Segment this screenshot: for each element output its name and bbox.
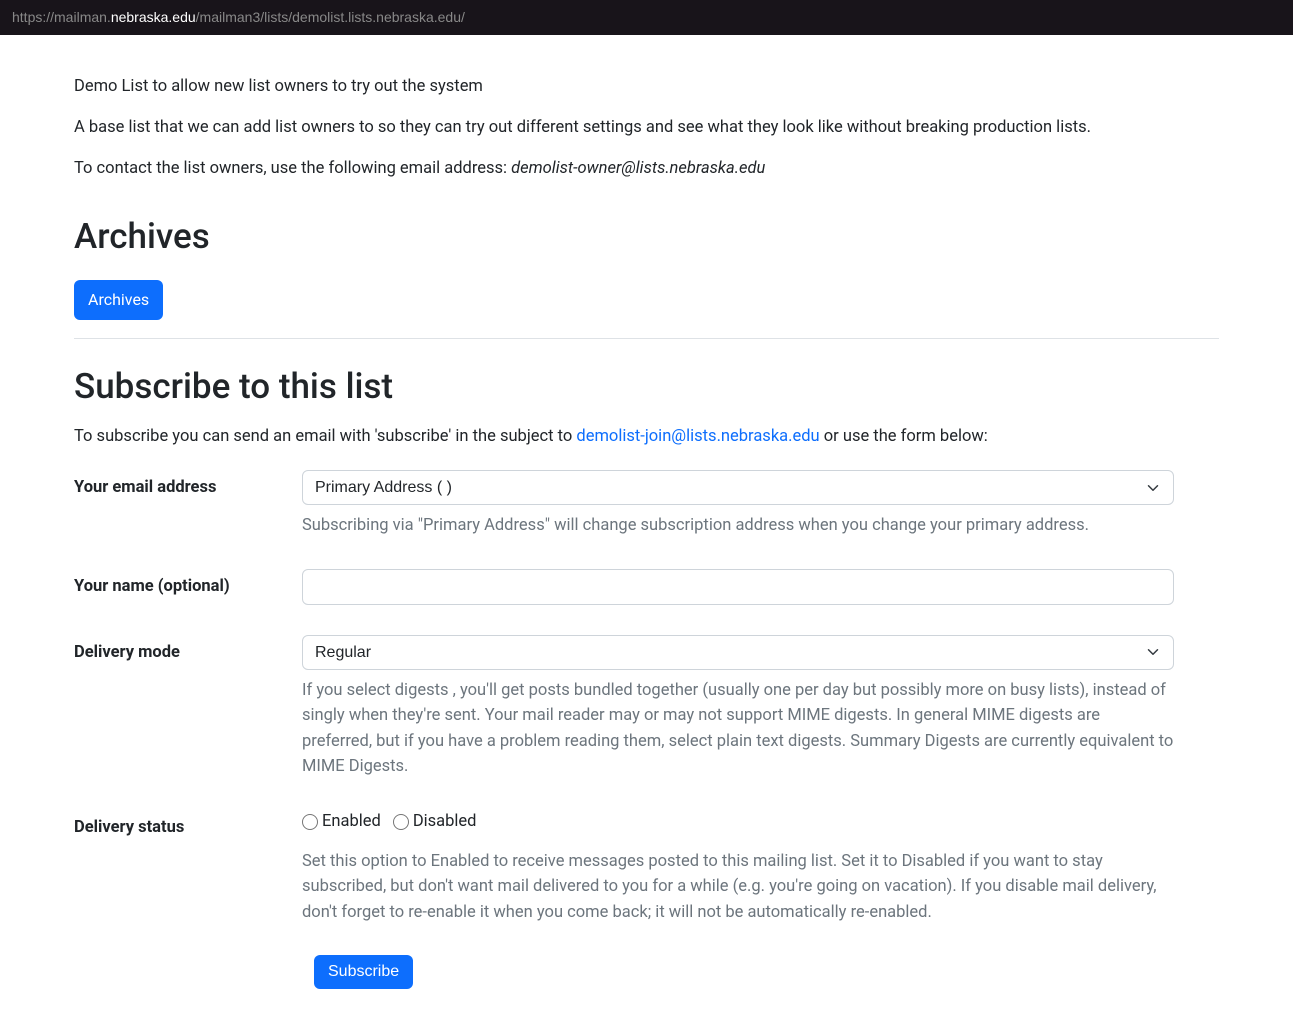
- subscribe-heading: Subscribe to this list: [74, 361, 1219, 414]
- contact-prefix: To contact the list owners, use the foll…: [74, 159, 511, 178]
- delivery-status-label: Delivery status: [74, 810, 302, 841]
- delivery-mode-select[interactable]: Regular: [302, 635, 1174, 670]
- section-divider: [74, 338, 1219, 339]
- delivery-status-help: Set this option to Enabled to receive me…: [302, 849, 1174, 926]
- submit-row: Subscribe: [74, 955, 1219, 989]
- name-input-col: [302, 569, 1174, 605]
- delivery-status-radio-group: Enabled Disabled: [302, 810, 1174, 835]
- subscribe-intro-suffix: or use the form below:: [820, 427, 988, 446]
- email-address-label: Your email address: [74, 470, 302, 501]
- contact-email: demolist-owner@lists.nebraska.edu: [511, 159, 765, 178]
- email-address-input-col: Primary Address ( ) Subscribing via "Pri…: [302, 470, 1174, 539]
- email-address-row: Your email address Primary Address ( ) S…: [74, 470, 1219, 539]
- archives-heading: Archives: [74, 211, 1219, 264]
- delivery-status-enabled-radio[interactable]: [302, 814, 318, 830]
- url-suffix: /mailman3/lists/demolist.lists.nebraska.…: [196, 9, 465, 25]
- delivery-status-enabled-label[interactable]: Enabled: [322, 810, 381, 835]
- name-row: Your name (optional): [74, 569, 1219, 605]
- archives-button[interactable]: Archives: [74, 280, 163, 320]
- subscribe-join-email-link[interactable]: demolist-join@lists.nebraska.edu: [576, 427, 819, 446]
- delivery-status-disabled-radio[interactable]: [393, 814, 409, 830]
- delivery-mode-help: If you select digests , you'll get posts…: [302, 678, 1174, 780]
- contact-info: To contact the list owners, use the foll…: [74, 157, 1219, 182]
- delivery-status-disabled-item: Disabled: [393, 810, 477, 835]
- email-address-help: Subscribing via "Primary Address" will c…: [302, 513, 1174, 539]
- delivery-status-enabled-item: Enabled: [302, 810, 381, 835]
- delivery-status-input-col: Enabled Disabled Set this option to Enab…: [302, 810, 1174, 925]
- subscribe-button[interactable]: Subscribe: [314, 955, 413, 989]
- subscribe-intro: To subscribe you can send an email with …: [74, 425, 1219, 450]
- url-highlight: nebraska.edu: [111, 9, 196, 25]
- submit-col: Subscribe: [314, 955, 1186, 989]
- url-prefix: https://mailman.: [12, 9, 111, 25]
- subscribe-intro-prefix: To subscribe you can send an email with …: [74, 427, 576, 446]
- list-description: A base list that we can add list owners …: [74, 116, 1219, 141]
- delivery-mode-label: Delivery mode: [74, 635, 302, 666]
- delivery-mode-row: Delivery mode Regular If you select dige…: [74, 635, 1219, 780]
- delivery-status-row: Delivery status Enabled Disabled Set thi…: [74, 810, 1219, 925]
- delivery-mode-input-col: Regular If you select digests , you'll g…: [302, 635, 1174, 780]
- email-address-select[interactable]: Primary Address ( ): [302, 470, 1174, 505]
- delivery-status-disabled-label[interactable]: Disabled: [413, 810, 477, 835]
- list-title: Demo List to allow new list owners to tr…: [74, 75, 1219, 100]
- main-container: Demo List to allow new list owners to tr…: [0, 35, 1293, 1029]
- name-label: Your name (optional): [74, 569, 302, 600]
- name-input[interactable]: [302, 569, 1174, 605]
- url-bar: https://mailman.nebraska.edu/mailman3/li…: [0, 0, 1293, 35]
